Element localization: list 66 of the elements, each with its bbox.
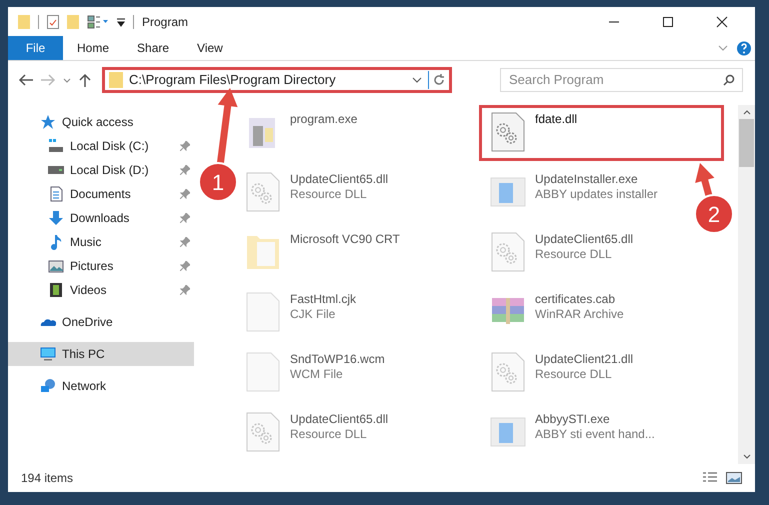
document-icon [48,186,64,202]
film-strip-icon [48,282,64,298]
download-arrow-icon [48,210,64,226]
navigation-item[interactable]: Pictures [8,254,194,278]
gear-file-icon [490,112,526,152]
window-title: Program [142,14,188,30]
properties-icon[interactable] [87,14,109,28]
file-item[interactable]: certificates.cab WinRAR Archive [479,285,633,341]
navigation-item[interactable]: Music [8,230,194,254]
ribbon-tab[interactable]: Home [63,36,124,60]
gear-file-icon [245,172,281,212]
file-item[interactable]: UpdateClient21.dll Resource DLL [479,345,642,401]
star-icon [40,114,56,130]
pin-icon[interactable] [180,261,190,271]
gear-file-icon [245,412,281,452]
drive-icon [48,166,64,174]
pin-icon[interactable] [180,141,190,151]
navigation-item[interactable]: Local Disk (C:) [8,134,194,158]
address-path: C:\Program Files\Program Directory [129,70,337,89]
navigation-item[interactable]: Videos [8,278,194,302]
scrollbar[interactable] [738,105,755,464]
file-item[interactable]: Microsoft VC90 CRT [234,225,409,281]
pin-icon[interactable] [180,285,190,295]
pin-icon[interactable] [180,213,190,223]
file-item[interactable]: AbbyySTI.exe ABBY sti event hand... [479,405,664,461]
pin-icon[interactable] [180,189,190,199]
navigation-item[interactable]: Quick access [8,110,194,134]
navigation-item[interactable]: OneDrive [8,310,194,334]
file-item[interactable]: UpdateInstaller.exe ABBY updates installer [479,165,667,221]
forward-arrow-icon[interactable] [40,72,56,86]
address-bar[interactable]: C:\Program Files\Program Directory [102,66,452,92]
file-item[interactable]: fdate.dll [479,105,724,161]
monitor-icon [40,346,56,362]
item-count: 194 items [21,470,74,487]
up-arrow-icon[interactable] [78,72,92,86]
navigation-item[interactable]: Local Disk (D:) [8,158,194,182]
large-icons-view-icon[interactable] [726,471,742,485]
gear-file-icon [490,232,526,272]
file-item[interactable]: UpdateClient65.dll Resource DLL [479,225,642,281]
navigation-item[interactable]: This PC [8,342,194,366]
navigation-item[interactable]: Downloads [8,206,194,230]
folder-icon [109,72,123,88]
pin-icon[interactable] [180,165,190,175]
scrollbar-thumb[interactable] [739,119,754,167]
file-icon [245,292,281,332]
ribbon-tab[interactable]: File [8,36,63,60]
ribbon-tab[interactable]: View [183,36,237,60]
file-item[interactable]: SndToWP16.wcm WCM File [234,345,394,401]
navigation-item[interactable]: Network [8,374,194,398]
gear-file-icon [490,352,526,392]
file-item[interactable]: UpdateClient65.dll Resource DLL [234,405,398,461]
file-item[interactable]: FastHtml.cjk CJK File [234,285,365,341]
file-item[interactable]: program.exe [234,105,366,161]
picture-frame-icon [48,258,64,274]
drive-icon [48,138,64,154]
search-field[interactable]: Search Program [500,68,743,92]
checklist-icon[interactable] [47,14,59,28]
navigation-item[interactable]: Documents [8,182,194,206]
search-icon [723,74,735,86]
dropdown-icon[interactable] [117,16,125,26]
network-icon [40,378,56,394]
back-arrow-icon[interactable] [18,72,34,86]
file-icon [245,352,281,392]
pin-icon[interactable] [180,237,190,247]
music-note-icon [48,234,64,250]
ribbon-tab[interactable]: Share [123,36,184,60]
